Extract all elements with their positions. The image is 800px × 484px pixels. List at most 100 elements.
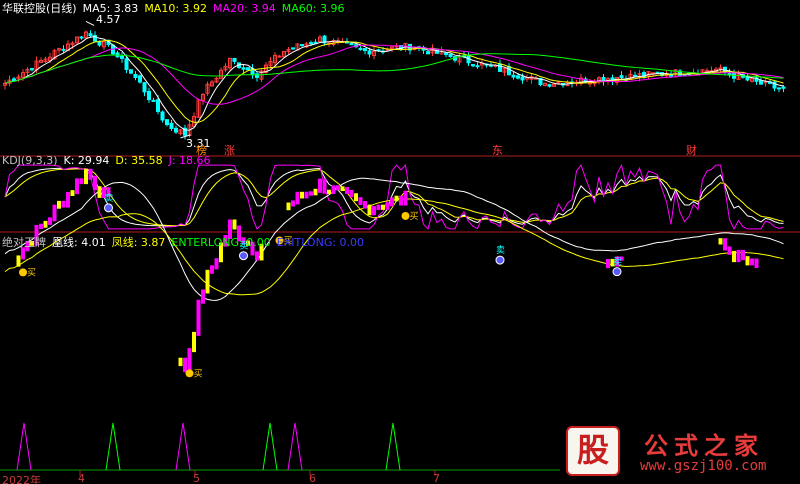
indicator-bar	[727, 246, 732, 255]
candle-body	[633, 74, 637, 77]
candle-body	[516, 75, 520, 79]
indicator-bar	[210, 265, 214, 274]
event-mark-zhang: 涨	[224, 144, 235, 157]
indicator-bar	[75, 178, 79, 195]
indicator-bar	[255, 251, 259, 261]
indicator-bar	[732, 250, 736, 263]
indicator-bar	[363, 201, 367, 209]
candle-body	[291, 47, 295, 50]
feng-line-label: 凤线: 3.87	[111, 236, 166, 249]
logo-site-name: 公式之家	[644, 431, 764, 460]
candle-body	[444, 52, 448, 56]
sell-text: 卖	[613, 257, 622, 268]
buy-text: 买	[410, 211, 419, 222]
signal-spike	[16, 422, 32, 471]
indicator-bar	[66, 191, 70, 208]
indicator-bar	[205, 269, 210, 294]
gszj-logo: 股 公式之家 www.gszj100.com	[560, 424, 800, 484]
event-mark-cai: 财	[686, 144, 697, 157]
candle-body	[79, 36, 84, 39]
indicator-bar	[403, 190, 408, 206]
indicator-bar	[48, 217, 52, 225]
buy-marker	[19, 268, 27, 277]
indicator-bar	[345, 187, 349, 194]
price-panel-header: 华联控股(日线) MA5: 3.83 MA10: 3.92 MA20: 3.94…	[2, 1, 344, 16]
signal-spike	[262, 422, 278, 471]
indicator-bar	[718, 238, 723, 245]
candle-body	[471, 64, 475, 67]
candle-body	[241, 67, 246, 70]
indicator-bar	[745, 256, 750, 266]
indicator-bar	[399, 195, 403, 206]
indicator-bar	[214, 258, 219, 270]
indicator-bar	[196, 299, 201, 336]
indicator-bar	[286, 202, 291, 211]
kdj-k-label: K: 29.94	[63, 153, 110, 167]
candle-body	[30, 68, 34, 71]
indicator-bar	[336, 185, 340, 191]
indicator-bar	[187, 348, 192, 373]
logo-glyph: 股	[566, 426, 620, 476]
indicator-bar	[39, 223, 43, 229]
indicator-bar	[16, 255, 21, 267]
x-label-month-7: 7	[433, 472, 440, 484]
ma5-line	[4, 36, 784, 131]
candle-body	[246, 67, 250, 71]
candle-body	[12, 78, 16, 82]
indicator-bar	[723, 238, 727, 251]
candle-body	[507, 66, 511, 76]
candle-body	[718, 67, 723, 70]
indicator-bar	[354, 193, 358, 202]
indicator-bar	[192, 331, 196, 353]
huang-line-label: 凰线: 4.01	[52, 236, 106, 249]
candle-body	[160, 111, 165, 121]
indicator-bar	[313, 188, 318, 196]
candle-body	[138, 75, 142, 83]
candle-body	[169, 122, 174, 129]
indicator-bar	[88, 168, 93, 180]
indicator-bar	[318, 178, 322, 193]
sell-marker	[104, 203, 113, 213]
indicator-bar	[741, 249, 745, 261]
candle-body	[61, 48, 66, 51]
x-label-month-4: 4	[78, 472, 85, 484]
indicator-bar	[52, 204, 57, 222]
signal-spike	[385, 422, 401, 471]
indicator-bar	[340, 186, 345, 192]
candle-body	[705, 70, 709, 73]
indicator-bar	[291, 200, 295, 207]
sell-text: 卖	[105, 193, 114, 204]
high-price-label: 4.57	[96, 13, 121, 26]
indicator-bar	[736, 249, 741, 263]
indicator-bar	[394, 195, 399, 202]
candle-body	[498, 63, 502, 72]
event-mark-dong: 东	[492, 144, 503, 157]
indicator-bar	[232, 219, 237, 230]
x-label-year: 2022年	[2, 474, 41, 484]
candle-body	[781, 86, 786, 89]
logo-site-url: www.gszj100.com	[640, 458, 767, 474]
candle-body	[475, 65, 480, 68]
indicator-bar	[201, 289, 205, 304]
indicator-title: 绝对王牌	[2, 236, 46, 249]
candle-body	[358, 47, 363, 50]
indicator-bar	[385, 202, 390, 210]
enterlong-label: ENTERLONG: 0.00	[171, 235, 271, 249]
candle-body	[547, 84, 552, 87]
buy-text: 买	[194, 368, 203, 379]
indicator-bar	[43, 220, 48, 228]
indicator-bar	[322, 178, 327, 194]
candle-body	[277, 55, 282, 58]
candle-body	[300, 44, 304, 47]
indicator-bar	[381, 204, 385, 210]
indicator-bar	[309, 191, 313, 196]
candle-body	[367, 50, 372, 55]
x-label-month-5: 5	[193, 472, 200, 484]
indicator-bar	[358, 197, 363, 206]
indicator-bar	[93, 175, 97, 191]
ma20-label: MA20: 3.94	[213, 1, 276, 15]
indicator-bar	[304, 191, 309, 199]
event-mark-bang: 榜	[196, 144, 207, 157]
candle-body	[349, 42, 354, 46]
candle-body	[363, 48, 367, 52]
